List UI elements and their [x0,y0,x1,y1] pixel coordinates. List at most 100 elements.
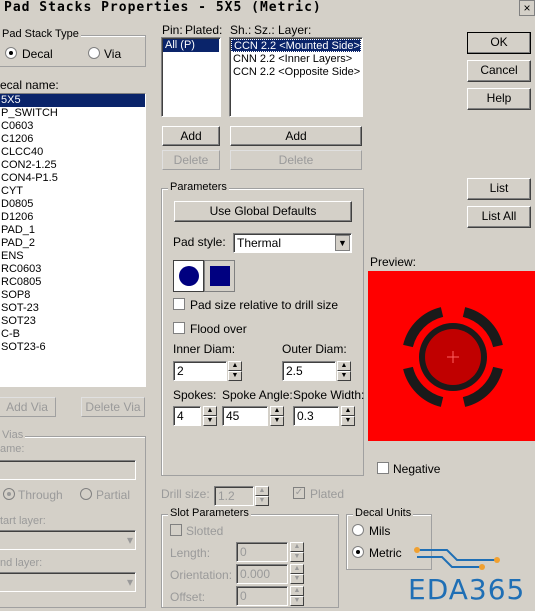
add-pin-button[interactable]: Add [162,126,220,146]
decal-name-label: ecal name: [0,78,59,92]
layer-list-item[interactable]: CCN 2.2 <Mounted Side> [231,39,361,52]
via-radio[interactable] [88,47,100,59]
help-button[interactable]: Help [467,88,531,110]
inner-diam-spin-up[interactable]: ▲ [228,361,242,371]
drill-size-spin-up[interactable]: ▲ [255,486,269,496]
length-label: Length: [170,546,211,560]
decal-list-item[interactable]: C-B [0,328,145,341]
outer-diam-spin-up[interactable]: ▲ [337,361,351,371]
delete-pin-button[interactable]: Delete [162,150,220,170]
vias-label: Vias [0,429,26,441]
partial-radio[interactable] [80,488,92,500]
decal-list-item[interactable]: CON2-1.25 [0,159,145,172]
round-pad-shape-button[interactable] [173,260,204,292]
decal-list-item[interactable]: CON4-P1.5 [0,172,145,185]
outer-diam-field[interactable]: 2.5 [282,361,336,381]
spoke-width-label: Spoke Width: [293,388,365,402]
pad-size-relative-checkbox[interactable] [173,298,185,310]
layer-list-item[interactable]: CCN 2.2 <Opposite Side> [231,66,361,79]
chevron-down-icon[interactable]: ▼ [335,235,350,251]
decal-list-item[interactable]: RC0805 [0,276,145,289]
delete-via-button[interactable]: Delete Via [81,397,145,417]
decal-list-item[interactable]: C0603 [0,120,145,133]
length-spin-down[interactable]: ▼ [290,552,304,562]
square-pad-shape-button[interactable] [204,260,235,292]
spoke-angle-spin-down[interactable]: ▼ [270,416,284,426]
orientation-spin-down[interactable]: ▼ [290,574,304,584]
decal-name-list[interactable]: 5X5 P_SWITCH C0603 C1206 CLCC40 CON2-1.25 CON4… [0,93,146,387]
through-label: Through [18,488,63,502]
pin-list[interactable]: All (P) [161,37,221,117]
via-name-field[interactable] [0,460,136,480]
decal-radio[interactable] [5,47,17,59]
decal-list-item[interactable]: D0805 [0,198,145,211]
spoke-angle-label: Spoke Angle: [222,388,293,402]
spokes-spin-up[interactable]: ▲ [203,406,217,416]
plated-header: Plated: [185,23,223,37]
delete-layer-button[interactable]: Delete [230,150,362,170]
outer-diam-spin-down[interactable]: ▼ [337,371,351,381]
drill-size-field[interactable]: 1.2 [214,486,254,506]
spokes-spin-down[interactable]: ▼ [203,416,217,426]
negative-checkbox[interactable] [377,462,389,474]
spoke-width-spin-up[interactable]: ▲ [341,406,355,416]
inner-diam-field[interactable]: 2 [173,361,227,381]
orientation-label: Orientation: [170,568,233,582]
spoke-angle-field[interactable]: 45 [222,406,268,426]
add-layer-button[interactable]: Add [230,126,362,146]
mils-radio[interactable] [352,524,364,536]
decal-list-item[interactable]: SOP8 [0,289,145,302]
ok-button[interactable]: OK [467,32,531,54]
orientation-spin-up[interactable]: ▲ [290,564,304,574]
start-layer-label: tart layer: [0,515,46,527]
spoke-width-spin-down[interactable]: ▼ [341,416,355,426]
plated-label: Plated [310,487,345,501]
preview-label: Preview: [370,255,417,269]
end-layer-select[interactable]: ▾ [0,572,136,592]
drill-size-spin-down[interactable]: ▼ [255,496,269,506]
decal-list-item[interactable]: SOT-23 [0,302,145,315]
pin-header: Pin: [162,23,183,37]
spoke-angle-spin-up[interactable]: ▲ [270,406,284,416]
decal-list-item[interactable]: RC0603 [0,263,145,276]
decal-list-item[interactable]: D1206 [0,211,145,224]
decal-list-item[interactable]: SOT23 [0,315,145,328]
offset-spin-down[interactable]: ▼ [290,596,304,606]
pad-style-select[interactable]: Thermal ▼ [233,233,352,253]
decal-list-item[interactable]: C1206 [0,133,145,146]
plated-checkbox[interactable]: ✓ [293,487,305,499]
decal-list-item[interactable]: P_SWITCH [0,107,145,120]
length-field[interactable]: 0 [236,542,288,562]
layer-list-item[interactable]: CNN 2.2 <Inner Layers> [231,53,361,66]
orientation-field[interactable]: 0.000 [236,564,288,584]
layer-list[interactable]: CCN 2.2 <Mounted Side> CNN 2.2 <Inner La… [229,37,363,117]
spokes-field[interactable]: 4 [173,406,201,426]
start-layer-select[interactable]: ▾ [0,530,136,550]
inner-diam-label: Inner Diam: [173,342,236,356]
inner-diam-spin-down[interactable]: ▼ [228,371,242,381]
decal-list-item[interactable]: PAD_1 [0,224,145,237]
decal-list-item[interactable]: CLCC40 [0,146,145,159]
use-global-defaults-button[interactable]: Use Global Defaults [174,201,352,222]
pin-list-item[interactable]: All (P) [163,39,219,52]
slotted-checkbox[interactable] [170,524,182,536]
add-via-button[interactable]: Add Via [0,397,56,417]
decal-list-item[interactable]: 5X5 [0,94,145,107]
decal-list-item[interactable]: CYT [0,185,145,198]
watermark-text: EDA365 [408,573,526,606]
spoke-width-field[interactable]: 0.3 [293,406,339,426]
length-spin-up[interactable]: ▲ [290,542,304,552]
close-button[interactable]: × [519,0,535,16]
decal-radio-label: Decal [22,47,53,61]
metric-radio[interactable] [352,546,364,558]
list-button[interactable]: List [467,178,531,200]
flood-over-checkbox[interactable] [173,322,185,334]
offset-spin-up[interactable]: ▲ [290,586,304,596]
decal-list-item[interactable]: PAD_2 [0,237,145,250]
offset-field[interactable]: 0 [236,586,288,606]
cancel-button[interactable]: Cancel [467,60,531,82]
list-all-button[interactable]: List All [467,206,531,228]
through-radio[interactable] [3,488,15,500]
decal-list-item[interactable]: SOT23-6 [0,341,145,354]
decal-list-item[interactable]: ENS [0,250,145,263]
